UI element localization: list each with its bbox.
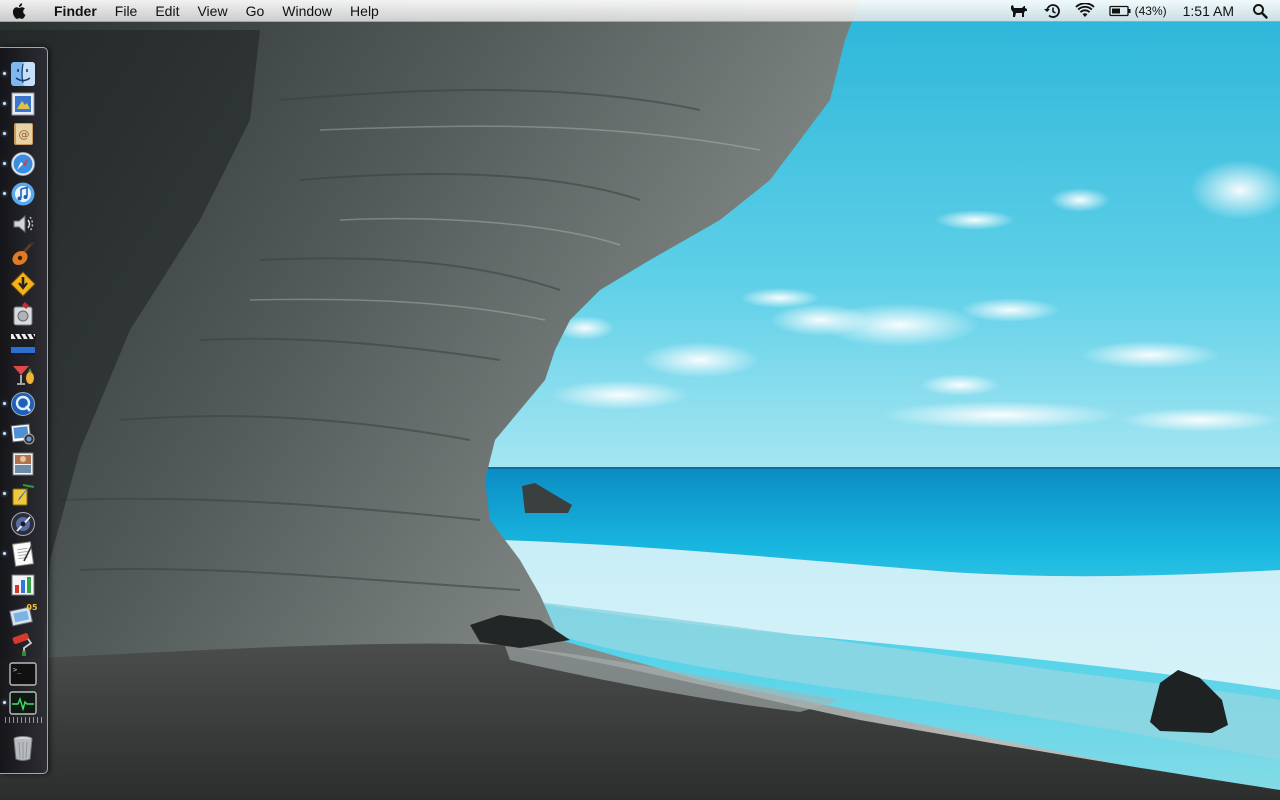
apple-icon[interactable] — [0, 0, 40, 22]
running-indicator — [3, 432, 6, 435]
paint-roller-icon[interactable] — [8, 630, 38, 658]
running-indicator — [3, 192, 6, 195]
menu-file[interactable]: File — [106, 0, 147, 22]
menu-window[interactable]: Window — [273, 0, 341, 22]
desktop-wallpaper — [0, 0, 1280, 800]
address-book-icon[interactable]: @ — [3, 120, 38, 148]
running-indicator — [3, 552, 6, 555]
battery-icon[interactable]: (43%) — [1102, 0, 1174, 22]
dock: @ 05 >_ — [0, 47, 48, 774]
svg-text:>_: >_ — [13, 666, 22, 674]
battery-percent: (43%) — [1134, 3, 1167, 18]
disk-utility-icon[interactable] — [8, 300, 38, 328]
menu-bar: Finder File Edit View Go Window Help (43… — [0, 0, 1280, 22]
terminal-icon[interactable]: >_ — [8, 660, 38, 688]
menu-help[interactable]: Help — [341, 0, 388, 22]
running-indicator — [3, 102, 6, 105]
menu-view[interactable]: View — [188, 0, 236, 22]
itunes-icon[interactable] — [3, 180, 38, 208]
svg-text:05: 05 — [26, 603, 37, 612]
clapper-board-icon[interactable] — [8, 330, 38, 358]
menu-clock[interactable]: 1:51 AM — [1174, 0, 1245, 22]
textedit-icon[interactable] — [3, 540, 38, 568]
running-indicator — [3, 492, 6, 495]
pencil-paint-icon[interactable] — [3, 480, 38, 508]
garageband-icon[interactable] — [8, 240, 38, 268]
safari-icon[interactable] — [3, 150, 38, 178]
dock-separator — [5, 717, 43, 723]
svg-text:@: @ — [19, 128, 30, 141]
aperture-icon[interactable] — [8, 510, 38, 538]
wifi-icon[interactable] — [1068, 0, 1102, 22]
running-indicator — [3, 701, 6, 704]
running-indicator — [3, 132, 6, 135]
preview-icon[interactable] — [3, 90, 38, 118]
finder-icon[interactable] — [3, 60, 38, 88]
cocktail-icon[interactable] — [8, 360, 38, 388]
warning-sign-icon[interactable] — [8, 270, 38, 298]
running-indicator — [3, 162, 6, 165]
time-machine-icon[interactable] — [1036, 0, 1068, 22]
iwork-icon[interactable]: 05 — [8, 600, 38, 628]
activity-monitor-icon[interactable] — [3, 689, 38, 717]
running-indicator — [3, 402, 6, 405]
menu-edit[interactable]: Edit — [146, 0, 188, 22]
dog-icon[interactable] — [1002, 0, 1036, 22]
spotlight-search-icon[interactable] — [1245, 0, 1280, 22]
running-indicator — [3, 72, 6, 75]
menu-go[interactable]: Go — [237, 0, 274, 22]
menu-app-finder[interactable]: Finder — [40, 0, 106, 22]
audio-speaker-icon[interactable] — [8, 210, 38, 238]
photo-booth-icon[interactable] — [8, 450, 38, 478]
iphoto-icon[interactable] — [3, 420, 38, 448]
trash-icon[interactable] — [8, 734, 38, 762]
chart-app-icon[interactable] — [8, 570, 38, 598]
quicktime-icon[interactable] — [3, 390, 38, 418]
